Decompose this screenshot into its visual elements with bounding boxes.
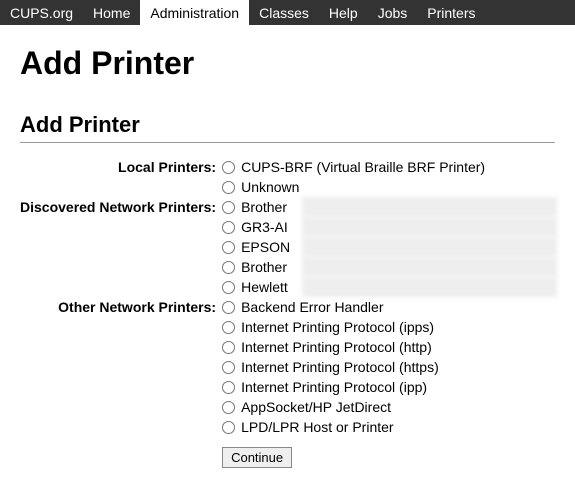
- obscured-text: [302, 197, 557, 217]
- printer-option[interactable]: LPD/LPR Host or Printer: [222, 417, 485, 437]
- printer-radio[interactable]: [222, 341, 235, 354]
- printer-option-label: LPD/LPR Host or Printer: [241, 417, 394, 437]
- nav-label: Home: [93, 5, 130, 21]
- printer-option-label: EPSON: [241, 237, 290, 257]
- printer-radio[interactable]: [222, 261, 235, 274]
- printer-option[interactable]: AppSocket/HP JetDirect: [222, 397, 485, 417]
- printer-option-label: Unknown: [241, 177, 299, 197]
- nav-help[interactable]: Help: [319, 0, 368, 25]
- printer-radio[interactable]: [222, 281, 235, 294]
- printer-option[interactable]: Hewlett: [222, 277, 485, 297]
- section-divider: [20, 142, 555, 143]
- navbar: CUPS.org Home Administration Classes Hel…: [0, 0, 575, 25]
- printer-radio[interactable]: [222, 181, 235, 194]
- printer-option[interactable]: CUPS-BRF (Virtual Braille BRF Printer): [222, 157, 485, 177]
- printer-radio[interactable]: [222, 401, 235, 414]
- nav-jobs[interactable]: Jobs: [368, 0, 418, 25]
- nav-label: Printers: [427, 5, 475, 21]
- nav-cups-org[interactable]: CUPS.org: [0, 0, 83, 25]
- content: Add Printer Add Printer Local Printers: …: [0, 25, 575, 488]
- nav-label: Jobs: [378, 5, 408, 21]
- printer-option[interactable]: Unknown: [222, 177, 485, 197]
- printer-radio[interactable]: [222, 421, 235, 434]
- printer-option[interactable]: Internet Printing Protocol (https): [222, 357, 485, 377]
- printer-radio[interactable]: [222, 201, 235, 214]
- printer-option[interactable]: GR3-AI: [222, 217, 485, 237]
- printer-option-label: Internet Printing Protocol (ipp): [241, 377, 427, 397]
- add-printer-form: Local Printers: CUPS-BRF (Virtual Braill…: [20, 157, 485, 468]
- page-title: Add Printer: [20, 45, 555, 82]
- printer-option-label: Backend Error Handler: [241, 297, 383, 317]
- printer-option[interactable]: Internet Printing Protocol (ipp): [222, 377, 485, 397]
- obscured-text: [302, 257, 557, 277]
- other-printers-label: Other Network Printers:: [20, 297, 222, 437]
- printer-option[interactable]: Internet Printing Protocol (http): [222, 337, 485, 357]
- printer-radio[interactable]: [222, 161, 235, 174]
- printer-option-label: Internet Printing Protocol (https): [241, 357, 439, 377]
- printer-radio[interactable]: [222, 301, 235, 314]
- printer-option-label: CUPS-BRF (Virtual Braille BRF Printer): [241, 157, 485, 177]
- printer-option-label: Brother: [241, 257, 287, 277]
- printer-radio[interactable]: [222, 361, 235, 374]
- printer-option-label: GR3-AI: [241, 217, 288, 237]
- discovered-printers-label: Discovered Network Printers:: [20, 197, 222, 297]
- obscured-text: [302, 277, 557, 297]
- nav-printers[interactable]: Printers: [417, 0, 485, 25]
- obscured-text: [302, 237, 557, 257]
- printer-radio[interactable]: [222, 381, 235, 394]
- printer-option-label: Hewlett: [241, 277, 288, 297]
- nav-classes[interactable]: Classes: [249, 0, 319, 25]
- printer-radio[interactable]: [222, 321, 235, 334]
- printer-option-label: Brother: [241, 197, 287, 217]
- printer-option[interactable]: Brother: [222, 197, 485, 217]
- nav-label: CUPS.org: [10, 5, 73, 21]
- printer-option[interactable]: Backend Error Handler: [222, 297, 485, 317]
- nav-home[interactable]: Home: [83, 0, 140, 25]
- nav-label: Administration: [150, 5, 239, 21]
- local-printers-label: Local Printers:: [20, 157, 222, 197]
- continue-button[interactable]: Continue: [222, 447, 292, 468]
- printer-option[interactable]: Internet Printing Protocol (ipps): [222, 317, 485, 337]
- printer-option-label: Internet Printing Protocol (http): [241, 337, 432, 357]
- nav-label: Help: [329, 5, 358, 21]
- printer-option[interactable]: Brother: [222, 257, 485, 277]
- nav-administration[interactable]: Administration: [140, 0, 249, 25]
- obscured-text: [302, 217, 557, 237]
- printer-option[interactable]: EPSON: [222, 237, 485, 257]
- printer-option-label: Internet Printing Protocol (ipps): [241, 317, 434, 337]
- printer-option-label: AppSocket/HP JetDirect: [241, 397, 391, 417]
- section-title: Add Printer: [20, 112, 555, 138]
- nav-label: Classes: [259, 5, 309, 21]
- printer-radio[interactable]: [222, 221, 235, 234]
- printer-radio[interactable]: [222, 241, 235, 254]
